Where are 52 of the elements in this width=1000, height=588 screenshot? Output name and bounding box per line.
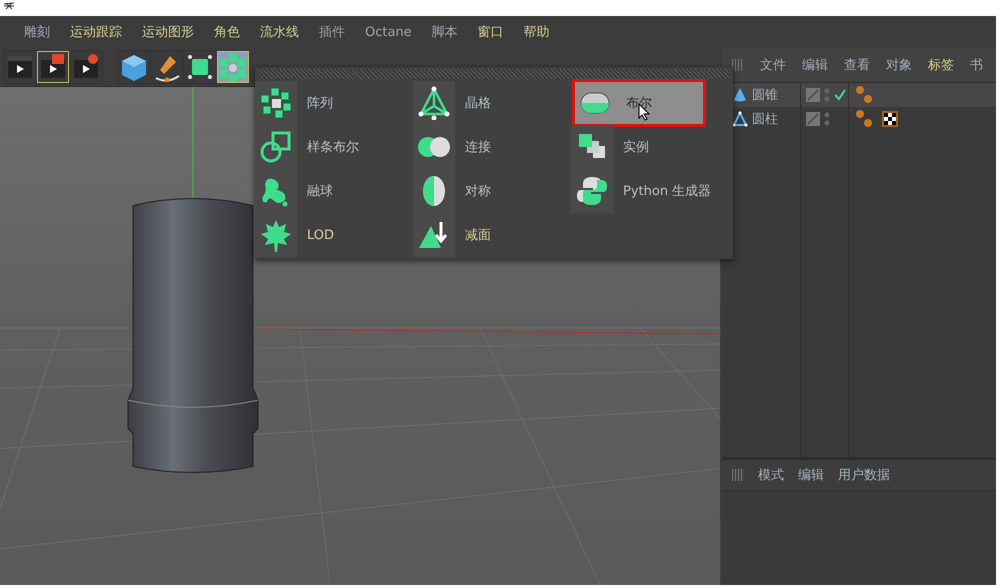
spline-boolean-icon	[259, 130, 293, 164]
pyramid-icon	[417, 86, 451, 120]
menu-item[interactable]: 连接	[413, 125, 571, 169]
menu-tab[interactable]: 查看	[844, 56, 870, 74]
toolbar-button[interactable]	[118, 51, 150, 83]
menu-tab[interactable]: 标签	[928, 56, 954, 74]
menu-item[interactable]: 雕刻	[24, 23, 50, 41]
toolbar-button[interactable]	[4, 51, 36, 83]
toolbar-button[interactable]	[70, 51, 102, 83]
toolbar-button[interactable]	[151, 51, 183, 83]
mark-icon	[3, 2, 15, 10]
menu-item[interactable]: 流水线	[260, 23, 299, 41]
menu-item[interactable]: 窗口	[478, 23, 504, 41]
visibility-dots-icon	[824, 111, 830, 127]
menu-item[interactable]: Octane	[365, 24, 412, 40]
menu-tab[interactable]: 编辑	[798, 466, 824, 484]
menu-item[interactable]: 插件	[319, 23, 345, 41]
menu-item[interactable]: Python 生成器	[571, 169, 729, 213]
menu-item[interactable]: 帮助	[524, 23, 550, 41]
menu-item[interactable]: 运动图形	[142, 23, 194, 41]
visibility-dots-icon	[824, 87, 830, 103]
material-balls-icon	[856, 109, 872, 129]
menu-tab[interactable]: 对象	[886, 56, 912, 74]
menu-item[interactable]: 运动跟踪	[70, 23, 122, 41]
grip-icon	[732, 469, 744, 481]
menu-item[interactable]: 减面	[413, 213, 571, 257]
grip-strip[interactable]	[259, 69, 729, 79]
layer-icon	[806, 88, 820, 102]
menu-item[interactable]: 脚本	[432, 23, 458, 41]
menu-tab[interactable]: 用户数据	[838, 466, 890, 484]
menu-item[interactable]: 样条布尔	[255, 125, 413, 169]
layer-icon	[806, 112, 820, 126]
toolbar-button[interactable]	[184, 51, 216, 83]
menu-tab[interactable]: 书	[970, 56, 983, 74]
menu-tab[interactable]: 文件	[760, 56, 786, 74]
toolbar-button[interactable]	[37, 51, 69, 83]
menu-item[interactable]: 角色	[214, 23, 240, 41]
menu-item[interactable]: 阵列	[255, 81, 413, 125]
triangle-icon	[732, 111, 748, 127]
check-icon[interactable]	[834, 89, 846, 101]
cone-icon	[732, 87, 748, 103]
menu-item[interactable]: LOD	[255, 213, 413, 257]
object-name: 圆柱	[752, 111, 778, 128]
menu-tab[interactable]: 模式	[758, 466, 784, 484]
menu-item[interactable]: 对称	[413, 169, 571, 213]
material-balls-icon	[856, 85, 872, 105]
checker-tag-icon	[882, 111, 898, 127]
object-name: 圆锥	[752, 87, 778, 104]
menu-item[interactable]: 融球	[255, 169, 413, 213]
array-icon	[259, 86, 293, 120]
menu-item[interactable]: 晶格	[413, 81, 571, 125]
menu-tab[interactable]: 编辑	[802, 56, 828, 74]
